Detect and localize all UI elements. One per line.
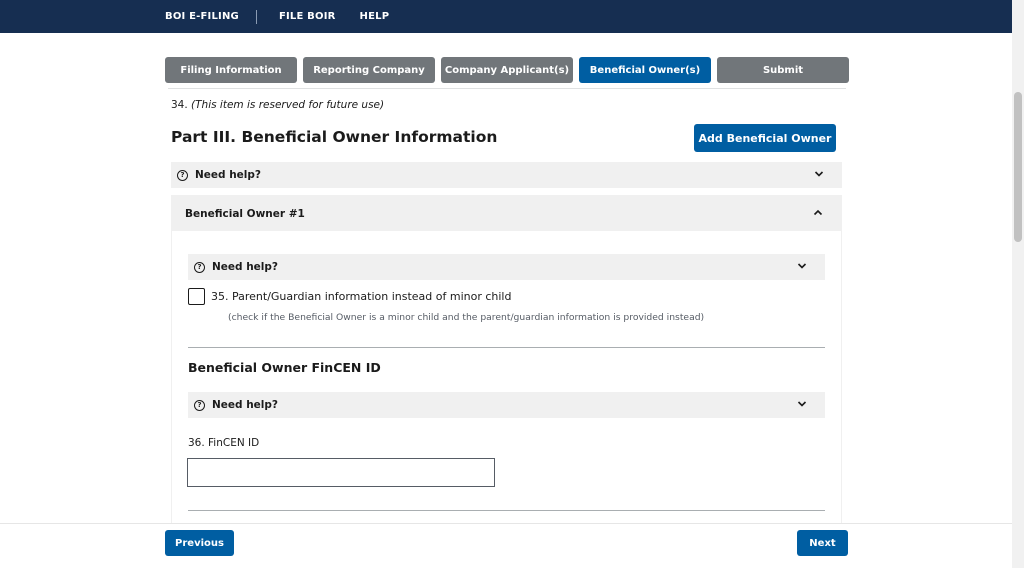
fincen-section-title: Beneficial Owner FinCEN ID xyxy=(188,360,381,375)
owner-need-help-accordion[interactable]: ? Need help? xyxy=(188,254,825,280)
section-divider xyxy=(168,88,846,89)
chevron-up-icon xyxy=(813,209,823,216)
add-beneficial-owner-button[interactable]: Add Beneficial Owner xyxy=(694,124,836,152)
top-navigation-bar: BOI E-FILING FILE BOIR HELP xyxy=(0,0,1012,33)
reserved-item-text: (This item is reserved for future use) xyxy=(191,99,385,111)
need-help-label: Need help? xyxy=(195,169,262,181)
question-circle-icon: ? xyxy=(194,399,205,411)
step-filing-information[interactable]: Filing Information xyxy=(165,57,297,83)
chevron-down-icon xyxy=(797,401,807,407)
beneficial-owner-title: Beneficial Owner #1 xyxy=(185,207,305,220)
nav-brand-link[interactable]: BOI E-FILING xyxy=(165,11,239,22)
step-company-applicants[interactable]: Company Applicant(s) xyxy=(441,57,573,83)
parent-guardian-hint: (check if the Beneficial Owner is a mino… xyxy=(228,312,705,323)
need-help-accordion[interactable]: ? Need help? xyxy=(171,162,842,188)
reserved-item-note: 34. (This item is reserved for future us… xyxy=(171,99,384,111)
beneficial-owner-accordion-header[interactable]: Beneficial Owner #1 xyxy=(172,196,841,231)
question-circle-icon: ? xyxy=(194,261,205,273)
nav-help-link[interactable]: HELP xyxy=(360,11,390,22)
step-reporting-company[interactable]: Reporting Company xyxy=(303,57,435,83)
nav-file-boir-link[interactable]: FILE BOIR xyxy=(279,11,336,22)
page-title: Part III. Beneficial Owner Information xyxy=(171,128,498,146)
page-scrollbar[interactable] xyxy=(1012,0,1024,568)
step-beneficial-owners[interactable]: Beneficial Owner(s) xyxy=(579,57,711,83)
fincen-id-input[interactable] xyxy=(187,458,495,487)
need-help-label: Need help? xyxy=(212,399,279,411)
footer-bar xyxy=(0,523,1012,568)
parent-guardian-checkbox-row: 35. Parent/Guardian information instead … xyxy=(188,288,511,305)
need-help-label: Need help? xyxy=(212,261,279,273)
parent-guardian-checkbox[interactable] xyxy=(188,288,205,305)
chevron-down-icon xyxy=(814,171,824,177)
fincen-need-help-accordion[interactable]: ? Need help? xyxy=(188,392,825,418)
previous-button[interactable]: Previous xyxy=(165,530,234,556)
scrollbar-thumb[interactable] xyxy=(1014,92,1022,242)
step-submit[interactable]: Submit xyxy=(717,57,849,83)
section-divider xyxy=(188,347,825,348)
nav-divider xyxy=(255,9,257,24)
step-tabs: Filing Information Reporting Company Com… xyxy=(165,57,849,83)
chevron-down-icon xyxy=(797,263,807,269)
next-button[interactable]: Next xyxy=(797,530,848,556)
question-circle-icon: ? xyxy=(177,169,188,181)
parent-guardian-checkbox-label[interactable]: 35. Parent/Guardian information instead … xyxy=(211,290,511,303)
reserved-item-number: 34. xyxy=(171,99,188,111)
section-divider xyxy=(188,510,825,511)
fincen-id-label: 36. FinCEN ID xyxy=(188,437,260,449)
